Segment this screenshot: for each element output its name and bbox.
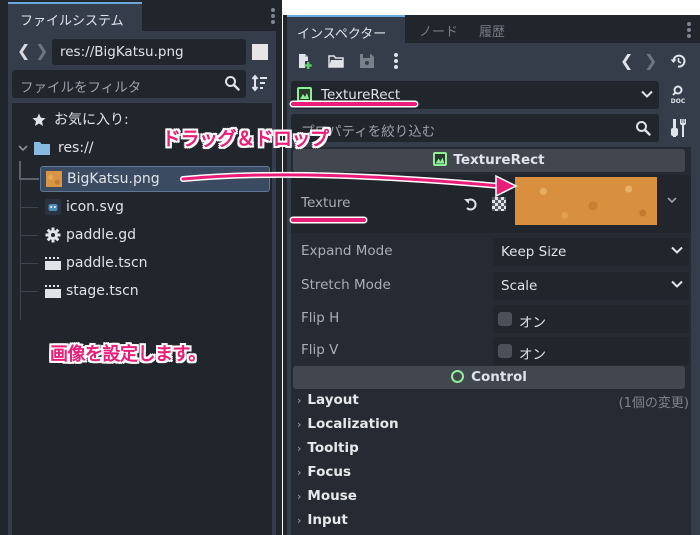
highlight-underline-texture — [291, 218, 366, 222]
highlight-underline-texturerect — [291, 102, 417, 106]
annotation-arrow-layer — [180, 171, 518, 198]
drag-arrow-head — [495, 174, 518, 198]
